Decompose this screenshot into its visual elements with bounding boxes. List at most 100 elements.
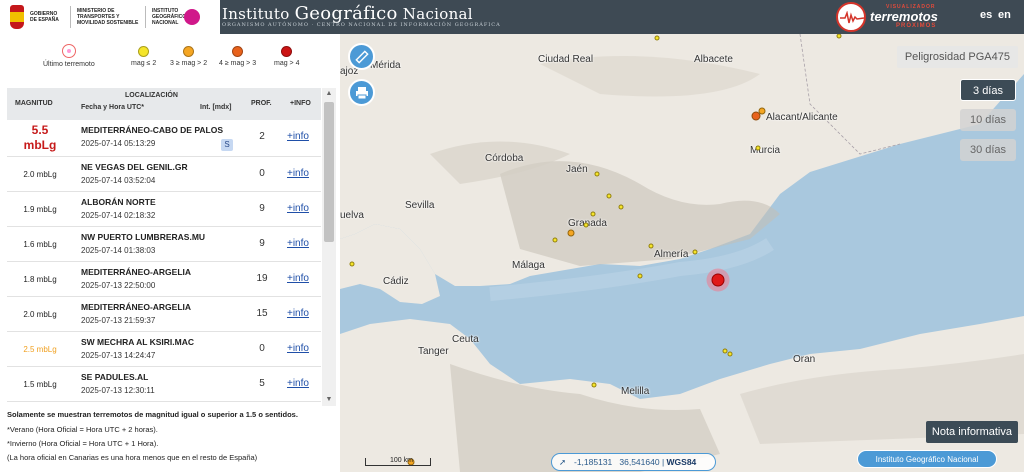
row-magnitude: 2.0 mbLg [23,170,57,179]
quake-marker[interactable] [654,35,660,41]
government-logos: GOBIERNO DE ESPAÑA MINISTERIO DE TRANSPO… [0,0,220,34]
plan-logo-icon [184,9,200,25]
quake-marker[interactable] [751,111,761,121]
days-30-button[interactable]: 30 días [960,139,1016,161]
row-location: MEDITERRÁNEO-CABO DE PALOS [81,125,223,135]
legend-mag-3: 4 ≥ mag > 3 [219,46,256,67]
city-malaga: Málaga [512,260,545,271]
latest-quake-marker[interactable] [711,273,725,287]
row-date: 2025-07-13 21:59:37 [81,316,156,325]
row-depth: 2 [259,131,265,142]
quake-marker[interactable] [606,193,612,199]
map-view[interactable]: Mérida Ciudad Real Albacete Alacant/Alic… [340,34,1024,472]
col-magnitud[interactable]: MAGNITUD [15,100,53,107]
row-date: 2025-07-13 14:24:47 [81,351,156,360]
col-fecha[interactable]: Fecha y Hora UTC* [81,104,144,111]
row-magnitude: 2.0 mbLg [23,310,57,319]
legend-label: 3 ≥ mag > 2 [170,60,208,67]
printer-icon [355,86,368,99]
divider [145,6,146,28]
yellow-dot-icon [138,46,150,57]
quake-marker[interactable] [755,145,761,151]
row-location: SW MECHRA AL KSIRI.MAC [81,337,195,347]
table-row[interactable]: 2.0 mbLg MEDITERRÁNEO-ARGELIA 2025-07-13… [7,297,321,332]
quake-marker[interactable] [583,222,589,228]
col-int: Int. [mdx] [200,104,232,111]
measure-tool-button[interactable] [348,43,375,70]
table-scrollbar[interactable]: ▲ ▼ [322,88,336,406]
orange-dot-icon [183,46,195,57]
quake-marker[interactable] [567,229,575,237]
info-link[interactable]: +info [287,378,309,389]
print-button[interactable] [348,79,375,106]
city-ciudad-real: Ciudad Real [538,54,594,65]
quake-marker[interactable] [618,204,624,210]
row-depth: 0 [259,168,265,179]
coord-system: WGS84 [666,457,697,467]
felt-badge[interactable]: S [221,139,233,151]
info-link[interactable]: +info [287,238,309,249]
row-magnitude: 1.6 mbLg [23,240,57,249]
quake-marker[interactable] [552,237,558,243]
table-row[interactable]: 1.6 mbLg NW PUERTO LUMBRERAS.MU 2025-07-… [7,227,321,262]
visualizador-logo[interactable]: VISUALIZADOR terremotos PRÓXIMOS [836,1,962,33]
coord-lon: -1,185131 [574,457,613,467]
note-magnitude: Solamente se muestran terremotos de magn… [7,410,298,419]
ign-title[interactable]: Instituto Geográfico Nacional ORGANISMO … [222,3,501,28]
days-10-button[interactable]: 10 días [960,109,1016,131]
info-link[interactable]: +info [287,168,309,179]
scroll-up-arrow-icon[interactable]: ▲ [322,88,336,100]
ign-attribution-link[interactable]: Instituto Geográfico Nacional [857,450,997,468]
legend-mag-2: 3 ≥ mag > 2 [170,46,207,67]
row-location: ALBORÁN NORTE [81,197,156,207]
col-prof[interactable]: PROF. [251,100,272,107]
quake-marker[interactable] [648,243,654,249]
quake-marker[interactable] [594,171,600,177]
lang-es-link[interactable]: es [980,9,992,21]
scroll-thumb[interactable] [324,102,334,242]
row-date: 2025-07-14 02:18:32 [81,211,156,220]
note-winter: *Invierno (Hora Oficial = Hora UTC + 1 H… [7,439,159,448]
info-link[interactable]: +info [287,343,309,354]
row-location: MEDITERRÁNEO-ARGELIA [81,267,192,277]
cursor-icon: ➚ [559,457,567,467]
info-link[interactable]: +info [287,273,309,284]
city-almeria: Almería [654,249,689,260]
row-date: 2025-07-14 01:38:03 [81,246,156,255]
table-notes: Solamente se muestran terremotos de magn… [7,410,337,467]
city-sevilla: Sevilla [405,200,435,211]
row-magnitude: 1.9 mbLg [23,205,57,214]
dark-orange-dot-icon [232,46,244,57]
scroll-down-arrow-icon[interactable]: ▼ [322,394,336,406]
brand-bottom-text: PRÓXIMOS [896,23,937,29]
mag-unit: mbLg [23,138,57,152]
table-row[interactable]: 1.9 mbLg ALBORÁN NORTE 2025-07-14 02:18:… [7,192,321,227]
table-row[interactable]: 2.5 mbLg SW MECHRA AL KSIRI.MAC 2025-07-… [7,332,321,367]
quake-marker[interactable] [349,261,355,267]
red-dot-icon [281,46,293,57]
lang-en-link[interactable]: en [998,9,1011,21]
city-oran: Oran [793,354,816,365]
brand-main-text: terremotos [870,9,938,24]
earthquake-panel: Último terremoto mag ≤ 2 3 ≥ mag > 2 4 ≥… [0,34,340,472]
legend-mag-1: mag ≤ 2 [131,46,156,67]
table-row[interactable]: 2.0 mbLg NE VEGAS DEL GENIL.GR 2025-07-1… [7,157,321,192]
quake-marker[interactable] [637,273,643,279]
table-row[interactable]: 1.8 mbLg MEDITERRÁNEO-ARGELIA 2025-07-13… [7,262,321,297]
row-depth: 9 [259,203,265,214]
quake-marker[interactable] [591,382,597,388]
table-row[interactable]: 1.5 mbLg SE PADULES.AL 2025-07-13 12:30:… [7,367,321,402]
table-row[interactable]: 5.5 mbLg MEDITERRÁNEO-CABO DE PALOS 2025… [7,120,321,157]
peligrosidad-toggle[interactable]: Peligrosidad PGA475 [896,46,1018,68]
quake-marker[interactable] [590,211,596,217]
row-magnitude: 1.8 mbLg [23,275,57,284]
info-link[interactable]: +info [287,308,309,319]
info-link[interactable]: +info [287,131,309,142]
info-link[interactable]: +info [287,203,309,214]
days-3-button[interactable]: 3 días [960,79,1016,101]
quake-marker[interactable] [692,249,698,255]
quake-marker[interactable] [727,351,733,357]
city-cadiz: Cádiz [383,276,409,287]
city-jaen: Jaén [566,164,588,175]
nota-informativa-button[interactable]: Nota informativa [925,421,1018,443]
